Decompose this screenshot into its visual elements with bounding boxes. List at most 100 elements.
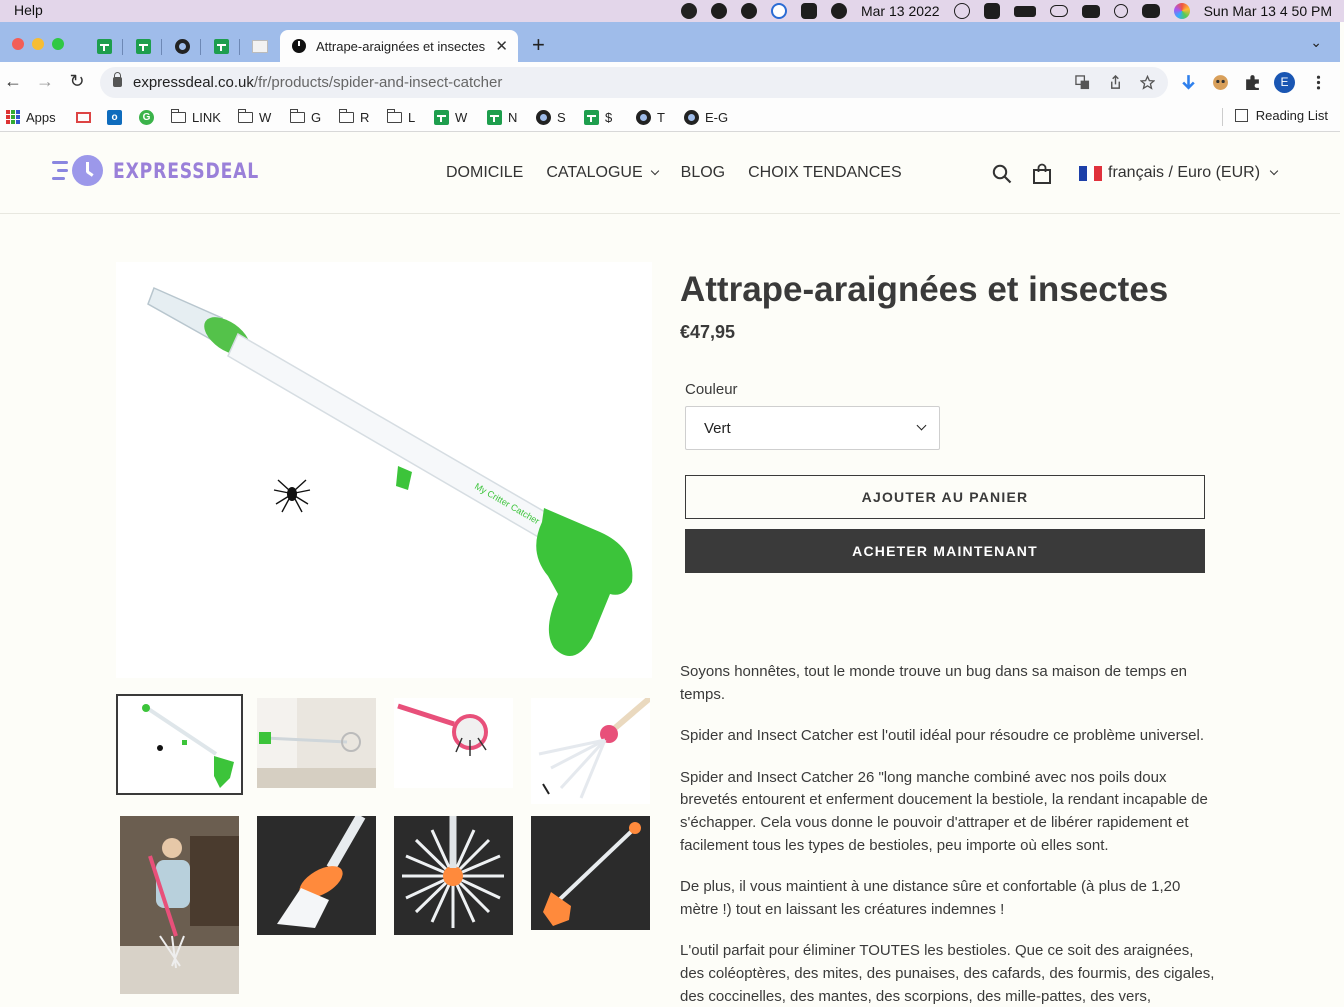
tab-search-chevron-icon[interactable]: ⌄ xyxy=(1310,34,1322,51)
reading-list-icon xyxy=(1234,109,1248,122)
tab-sheets-2[interactable] xyxy=(133,36,153,56)
site-logo[interactable]: EXPRESSDEAL xyxy=(52,155,291,186)
sheets-icon xyxy=(96,38,112,54)
location-arrow-icon[interactable] xyxy=(830,3,847,19)
browser-toolbar: ← → ↻ expressdeal.co.uk/fr/products/spid… xyxy=(0,62,1340,102)
check-icon[interactable] xyxy=(800,3,817,19)
tab-sheets-1[interactable] xyxy=(94,36,114,56)
browser-tabstrip: Attrape-araignées et insectes ✕ + ⌄ xyxy=(0,22,1340,62)
time-machine-icon[interactable] xyxy=(953,3,970,19)
siri-icon[interactable] xyxy=(1173,3,1190,19)
tab-doc[interactable] xyxy=(250,36,270,56)
nav-blog[interactable]: BLOG xyxy=(681,164,725,182)
product-thumbnail-7[interactable] xyxy=(394,816,513,935)
back-button[interactable]: ← xyxy=(2,71,24,92)
nav-domicile[interactable]: DOMICILE xyxy=(446,164,523,182)
product-thumbnail-6[interactable] xyxy=(257,816,376,935)
product-thumbnail-3[interactable] xyxy=(394,698,513,788)
bookmark-gmail[interactable] xyxy=(76,108,91,126)
nav-catalogue[interactable]: CATALOGUE xyxy=(546,164,659,182)
color-select-value: Vert xyxy=(704,420,731,437)
new-tab-button[interactable]: + xyxy=(532,34,545,56)
tab-active[interactable]: Attrape-araignées et insectes ✕ xyxy=(280,30,518,62)
macos-menubar: Help Mar 13 2022 Sun Mar 13 4 50 PM xyxy=(0,0,1344,22)
zoom-window-button[interactable] xyxy=(52,38,64,50)
cart-icon[interactable] xyxy=(1032,163,1052,185)
address-bar[interactable]: expressdeal.co.uk/fr/products/spider-and… xyxy=(100,67,1168,98)
add-to-cart-button[interactable]: AJOUTER AU PANIER xyxy=(685,475,1205,519)
document-icon xyxy=(252,39,268,53)
product-thumbnail-5[interactable] xyxy=(120,816,239,994)
folder-icon xyxy=(170,108,186,123)
battery-icon[interactable] xyxy=(1013,5,1036,17)
share-icon[interactable] xyxy=(1108,75,1123,90)
bookmark-folder-g[interactable]: G xyxy=(289,108,321,126)
product-thumbnail-8[interactable] xyxy=(531,816,650,930)
forward-button[interactable]: → xyxy=(34,71,56,92)
color-select[interactable]: Vert xyxy=(685,406,940,450)
lock-icon[interactable] xyxy=(113,72,122,87)
download-icon[interactable] xyxy=(1180,74,1197,91)
clock-logo-icon xyxy=(72,155,103,186)
sheets-icon xyxy=(487,109,502,125)
input-method-icon[interactable] xyxy=(983,3,1000,19)
locale-selector[interactable]: français / Euro (EUR) xyxy=(1079,164,1279,182)
control-center-icon[interactable] xyxy=(1141,4,1160,18)
product-thumbnail-1[interactable] xyxy=(116,694,243,795)
bookmark-folder-w[interactable]: W xyxy=(237,108,271,126)
browser-menu-icon[interactable] xyxy=(1310,74,1327,91)
spotlight-search-icon[interactable] xyxy=(1113,4,1128,18)
catcher-in-use-photo xyxy=(257,698,376,788)
search-icon[interactable] xyxy=(992,164,1012,184)
notification-bell-icon[interactable] xyxy=(710,3,727,19)
bookmark-folder-r[interactable]: R xyxy=(338,108,369,126)
nav-choix-tendances[interactable]: CHOIX TENDANCES xyxy=(748,164,902,182)
extensions-puzzle-icon[interactable] xyxy=(1244,74,1261,91)
bookmark-sheets-dollar[interactable]: $ xyxy=(584,108,612,126)
chevron-down-icon xyxy=(916,420,927,431)
help-menu[interactable]: Help xyxy=(14,2,43,18)
bookmark-sheets-n[interactable]: N xyxy=(487,108,517,126)
bookmark-grammarly[interactable]: G xyxy=(139,108,154,126)
close-window-button[interactable] xyxy=(12,38,24,50)
reload-button[interactable]: ↻ xyxy=(66,71,88,92)
link-icon[interactable] xyxy=(1049,5,1068,17)
tab-web-1[interactable] xyxy=(172,36,192,56)
bookmark-web-eg[interactable]: E-G xyxy=(684,108,728,126)
france-flag-icon xyxy=(1079,165,1103,181)
bookmark-folder-link[interactable]: LINK xyxy=(170,108,221,126)
product-main-image[interactable]: My Critter Catcher xyxy=(116,262,652,678)
orange-catcher-full-thumbnail xyxy=(543,822,641,926)
buy-now-button[interactable]: ACHETER MAINTENANT xyxy=(685,529,1205,573)
memory-icon[interactable] xyxy=(1081,4,1100,18)
chevron-down-icon xyxy=(650,166,659,176)
wechat-icon[interactable] xyxy=(740,3,757,19)
translate-icon[interactable] xyxy=(1075,75,1090,90)
minimize-window-button[interactable] xyxy=(32,38,44,50)
bookmark-folder-l[interactable]: L xyxy=(386,108,415,126)
bookmark-sheets-w[interactable]: W xyxy=(434,108,467,126)
logo-text: EXPRESSDEAL xyxy=(113,158,260,183)
color-option-label: Couleur xyxy=(685,381,738,398)
product-title: Attrape-araignées et insectes xyxy=(680,270,1169,309)
line-icon[interactable] xyxy=(680,3,697,19)
tab-sheets-3[interactable] xyxy=(211,36,231,56)
bookmark-star-icon[interactable] xyxy=(1140,75,1155,90)
bookmark-outlook[interactable]: o xyxy=(107,108,122,126)
grammarly-icon: G xyxy=(139,109,154,125)
reading-list-button[interactable]: Reading List xyxy=(1234,108,1328,123)
folder-icon xyxy=(386,108,402,123)
bookmark-web-t[interactable]: T xyxy=(636,108,665,126)
extension-face-icon[interactable] xyxy=(1212,74,1229,91)
product-thumbnail-4[interactable] xyxy=(531,698,650,804)
bookmark-web-s[interactable]: S xyxy=(536,108,566,126)
profile-avatar[interactable]: E xyxy=(1274,72,1295,93)
sheets-icon xyxy=(135,38,151,54)
bookmark-apps[interactable]: Apps xyxy=(6,108,56,126)
teamviewer-icon[interactable] xyxy=(770,3,787,19)
url-text[interactable]: expressdeal.co.uk/fr/products/spider-and… xyxy=(133,74,502,91)
spider-icon xyxy=(273,479,311,513)
close-tab-icon[interactable]: ✕ xyxy=(495,37,508,55)
folder-icon xyxy=(289,108,305,123)
product-thumbnail-2[interactable] xyxy=(257,698,376,788)
